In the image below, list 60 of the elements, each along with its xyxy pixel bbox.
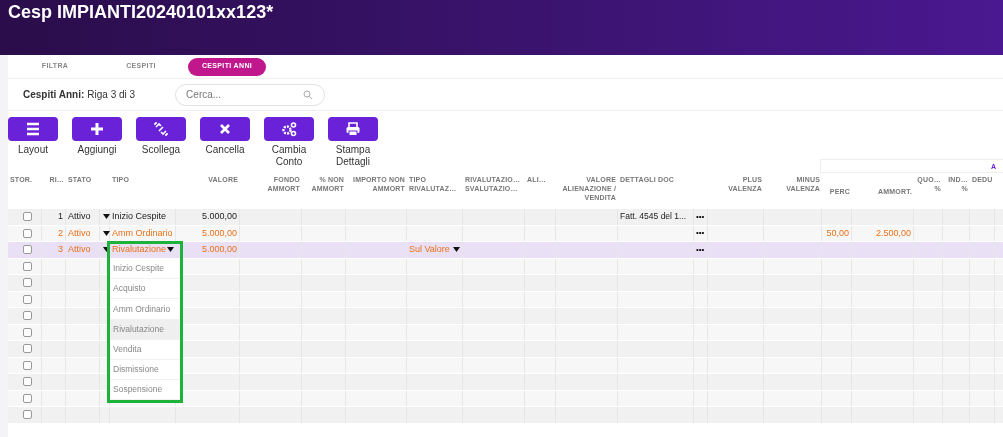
table-cell-text: 5.000,00 [201, 243, 237, 256]
search-icon [303, 89, 314, 100]
toolbar-label: Stampa Dettagli [334, 144, 372, 168]
toolbar-button[interactable] [136, 117, 186, 141]
table-cell-text: Attivo [68, 210, 91, 223]
printer-icon [345, 121, 361, 137]
table-cell-text: 1 [58, 210, 63, 223]
row-checkbox[interactable] [23, 410, 32, 420]
table-cell-text: 5.000,00 [201, 210, 237, 223]
table-row[interactable]: 1 Attivo Inizio Cespite 5.000,00 Fatt. 4545 del 1... ••• [8, 209, 1003, 226]
toolbar-button[interactable] [328, 117, 378, 141]
details-button[interactable]: ••• [696, 228, 705, 239]
table-cell-text: Sul Valore [409, 243, 451, 256]
toolbar-button[interactable] [200, 117, 250, 141]
plus-icon [89, 121, 105, 137]
toolbar-label: Aggiungi [76, 144, 118, 156]
row-checkbox[interactable] [23, 278, 32, 288]
toolbar-label: Cambia Conto [270, 144, 308, 168]
caret-icon [103, 214, 110, 220]
row-checkbox[interactable] [23, 212, 32, 222]
table-cell: 2.500,00 [875, 226, 911, 240]
caret-icon [453, 247, 460, 253]
toolbar-label: Layout [17, 144, 49, 156]
table-cell: Attivo [68, 226, 91, 240]
table-cell: 5.000,00 [201, 226, 237, 240]
toolbar-label: Scollega [140, 144, 182, 156]
caret-icon [103, 247, 110, 253]
row-checkbox[interactable] [23, 344, 32, 354]
table-cell: 2 [58, 226, 63, 240]
table-cell: 50,00 [826, 226, 849, 240]
row-checkbox[interactable] [23, 228, 32, 238]
row-checkbox[interactable] [23, 311, 32, 321]
row-checkbox[interactable] [23, 294, 32, 304]
row-checkbox[interactable] [23, 377, 32, 387]
search-field[interactable]: Cerca... [175, 83, 326, 106]
details-button[interactable]: ••• [696, 244, 705, 255]
toolbar-button[interactable] [72, 117, 122, 141]
caret-icon [103, 230, 110, 236]
table-cell-text: Rivalutazione [112, 243, 167, 256]
table-cell: Amm Ordinario [112, 226, 173, 240]
details-button[interactable]: ••• [696, 211, 705, 222]
toolbar-button[interactable] [264, 117, 314, 141]
toolbar-button[interactable] [8, 117, 58, 141]
record-position: Riga 3 di 3 [87, 88, 136, 102]
table-cell-text: 3 [58, 243, 63, 256]
row-checkbox[interactable] [23, 393, 32, 403]
toolbar-label: Cancella [204, 144, 246, 156]
table-cell-text: Inizio Cespite [112, 210, 167, 223]
menu-icon [25, 121, 41, 137]
table-cell-text: Attivo [68, 243, 91, 256]
row-checkbox[interactable] [23, 360, 32, 370]
record-label: Cespiti Anni: [23, 88, 85, 102]
row-checkbox[interactable] [23, 327, 32, 337]
table-cell: Fatt. 4545 del 1... [620, 210, 687, 224]
row-checkbox[interactable] [23, 261, 32, 271]
row-checkbox[interactable] [23, 245, 32, 255]
gears-icon [281, 121, 297, 137]
dropdown-option[interactable]: Rivalutazione [110, 319, 180, 340]
window-title: Cesp IMPIANTI20240101xx123* [8, 1, 275, 23]
caret-icon [167, 247, 174, 253]
